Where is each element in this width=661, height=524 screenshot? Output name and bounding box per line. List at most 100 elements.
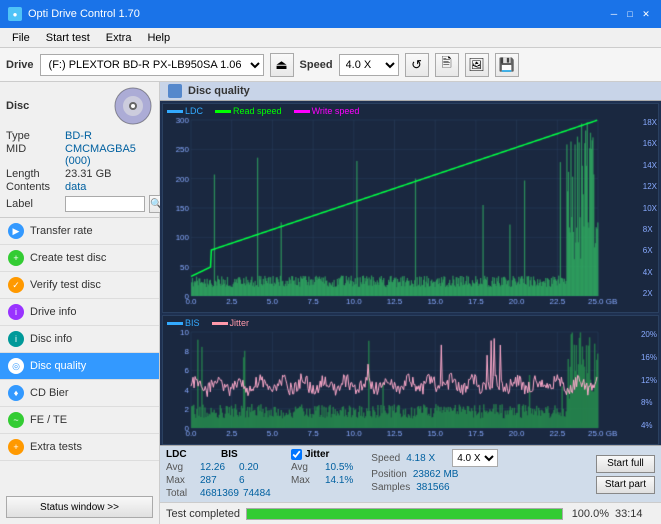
disc-quality-title: Disc quality: [188, 85, 250, 97]
settings-button2[interactable]: 🖼: [465, 53, 489, 77]
status-button-container: Status window >>: [6, 496, 153, 518]
sidebar-item-label-disc-info: Disc info: [30, 333, 72, 345]
disc-length-label: Length: [6, 168, 61, 180]
jitter-max-label: Max: [291, 475, 321, 486]
max-ldc: 287: [200, 475, 235, 486]
speed-stat-label: Speed: [371, 453, 400, 464]
save-button[interactable]: 💾: [495, 53, 519, 77]
max-label: Max: [166, 475, 196, 486]
content-area: Disc quality LDC Read speed Write speed …: [160, 82, 661, 524]
refresh-button[interactable]: ↺: [405, 53, 429, 77]
jitter-avg-row: Avg 10.5%: [291, 462, 353, 473]
jitter-max-val: 14.1%: [325, 475, 353, 486]
max-bis: 6: [239, 475, 269, 486]
sidebar: Disc Type BD-R MID CMCMAGBA5 (000) Lengt…: [0, 82, 160, 524]
ldc-bis-stats: LDC BIS Avg 12.26 0.20 Max 287 6 Total 4…: [166, 449, 273, 499]
start-part-button[interactable]: Start part: [596, 476, 655, 494]
disc-info-icon: i: [8, 331, 24, 347]
window-controls: ─ □ ✕: [607, 7, 653, 21]
jitter-header-row: Jitter: [291, 449, 353, 460]
disc-label-input[interactable]: [65, 196, 145, 212]
chart2-legend: BIS Jitter: [167, 318, 249, 328]
sidebar-item-cd-bier[interactable]: ♦ CD Bier: [0, 380, 159, 407]
chart2-y-right: 20%16%12%8%4%: [641, 330, 657, 430]
disc-contents-label: Contents: [6, 181, 61, 193]
sidebar-item-extra-tests[interactable]: + Extra tests: [0, 434, 159, 461]
settings-button1[interactable]: 🖹: [435, 53, 459, 77]
disc-length-row: Length 23.31 GB: [6, 168, 153, 180]
fe-te-icon: ~: [8, 412, 24, 428]
nav-items: ▶ Transfer rate + Create test disc ✓ Ver…: [0, 218, 159, 490]
drive-select[interactable]: (F:) PLEXTOR BD-R PX-LB950SA 1.06: [40, 54, 264, 76]
disc-label-row: Label 🔍: [6, 195, 153, 213]
ldc-chart: [163, 104, 630, 312]
sidebar-item-label-disc-quality: Disc quality: [30, 360, 86, 372]
speed-stat-select[interactable]: 4.0 X: [452, 449, 498, 467]
status-window-button[interactable]: Status window >>: [6, 496, 153, 518]
sidebar-item-label-drive-info: Drive info: [30, 306, 76, 318]
sidebar-item-label-cd-bier: CD Bier: [30, 387, 69, 399]
avg-ldc: 12.26: [200, 462, 235, 473]
jitter-avg-val: 10.5%: [325, 462, 353, 473]
sidebar-item-verify-test-disc[interactable]: ✓ Verify test disc: [0, 272, 159, 299]
disc-quality-header: Disc quality: [160, 82, 661, 101]
menu-bar: File Start test Extra Help: [0, 28, 661, 48]
total-bis: 74484: [243, 488, 273, 499]
stat-total-row: Total 4681369 74484: [166, 488, 273, 499]
ldc-header: LDC: [166, 449, 201, 460]
sidebar-item-create-test-disc[interactable]: + Create test disc: [0, 245, 159, 272]
disc-quality-icon: ◎: [8, 358, 24, 374]
main-area: Disc Type BD-R MID CMCMAGBA5 (000) Lengt…: [0, 82, 661, 524]
close-button[interactable]: ✕: [639, 7, 653, 21]
jitter-max-row: Max 14.1%: [291, 475, 353, 486]
minimize-button[interactable]: ─: [607, 7, 621, 21]
sidebar-item-transfer-rate[interactable]: ▶ Transfer rate: [0, 218, 159, 245]
drive-info-icon: i: [8, 304, 24, 320]
disc-quality-header-icon: [168, 84, 182, 98]
position-row: Position 23862 MB: [371, 469, 498, 480]
maximize-button[interactable]: □: [623, 7, 637, 21]
samples-label: Samples: [371, 482, 410, 493]
menu-start-test[interactable]: Start test: [38, 30, 98, 46]
sidebar-item-fe-te[interactable]: ~ FE / TE: [0, 407, 159, 434]
stat-avg-row: Avg 12.26 0.20: [166, 462, 273, 473]
bis-jitter-chart: [163, 316, 630, 444]
stat-headers: LDC BIS: [166, 449, 273, 460]
menu-help[interactable]: Help: [139, 30, 178, 46]
menu-extra[interactable]: Extra: [98, 30, 140, 46]
disc-length-value: 23.31 GB: [65, 168, 111, 180]
sidebar-item-drive-info[interactable]: i Drive info: [0, 299, 159, 326]
disc-type-value: BD-R: [65, 130, 92, 142]
speed-select[interactable]: 4.0 X: [339, 54, 399, 76]
sidebar-item-disc-quality[interactable]: ◎ Disc quality: [0, 353, 159, 380]
speed-label: Speed: [300, 59, 333, 71]
sidebar-item-label-create-test-disc: Create test disc: [30, 252, 106, 264]
progress-bar-outer: [246, 508, 563, 520]
stat-max-row: Max 287 6: [166, 475, 273, 486]
disc-contents-value: data: [65, 181, 86, 193]
progress-area: Test completed 100.0% 33:14: [160, 502, 661, 524]
verify-test-disc-icon: ✓: [8, 277, 24, 293]
jitter-checkbox[interactable]: [291, 449, 302, 460]
progress-percent: 100.0%: [569, 508, 609, 520]
jitter-stats: Jitter Avg 10.5% Max 14.1%: [291, 449, 353, 499]
extra-tests-icon: +: [8, 439, 24, 455]
disc-svg-icon: [113, 86, 153, 126]
total-ldc: 4681369: [200, 488, 239, 499]
chart1-y-right: 18X16X14X12X10X8X6X4X2X: [643, 118, 657, 298]
avg-bis: 0.20: [239, 462, 269, 473]
start-full-button[interactable]: Start full: [596, 455, 655, 473]
title-bar-text: Opti Drive Control 1.70: [28, 8, 140, 20]
title-bar: ● Opti Drive Control 1.70 ─ □ ✕: [0, 0, 661, 28]
progress-bar-inner: [247, 509, 562, 519]
sidebar-item-label-verify-test-disc: Verify test disc: [30, 279, 101, 291]
sidebar-item-disc-info[interactable]: i Disc info: [0, 326, 159, 353]
menu-file[interactable]: File: [4, 30, 38, 46]
stats-area: LDC BIS Avg 12.26 0.20 Max 287 6 Total 4…: [160, 445, 661, 502]
sidebar-item-label-transfer-rate: Transfer rate: [30, 225, 93, 237]
eject-button[interactable]: ⏏: [270, 53, 294, 77]
position-val: 23862 MB: [413, 469, 459, 480]
disc-type-label: Type: [6, 130, 61, 142]
sidebar-item-label-fe-te: FE / TE: [30, 414, 67, 426]
disc-panel: Disc Type BD-R MID CMCMAGBA5 (000) Lengt…: [0, 82, 159, 218]
